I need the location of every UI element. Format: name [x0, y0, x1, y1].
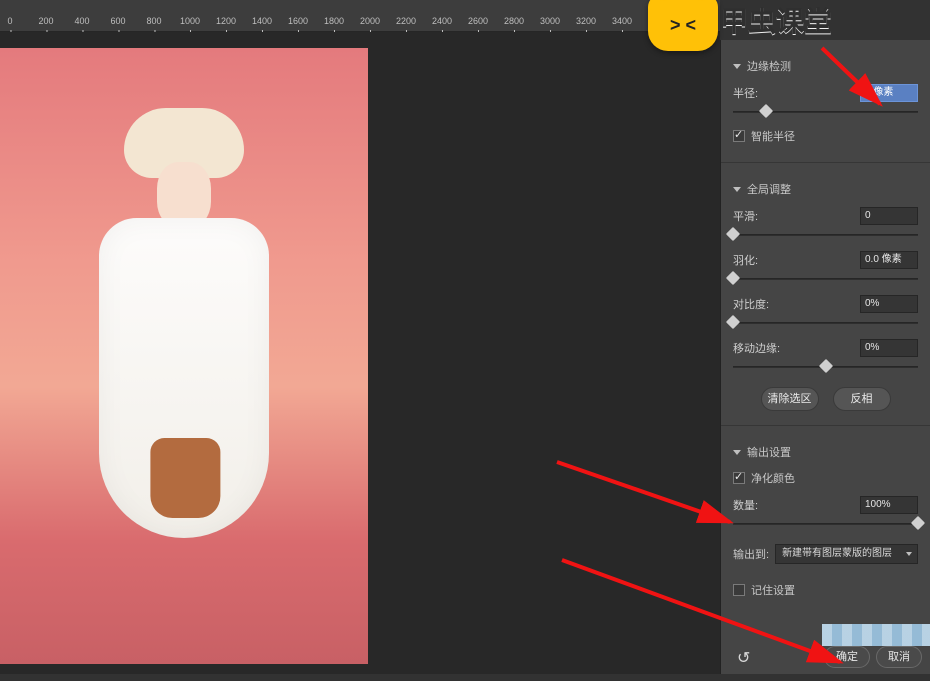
- feather-label: 羽化:: [733, 252, 860, 268]
- chevron-down-icon: [733, 187, 741, 192]
- chevron-down-icon: [733, 64, 741, 69]
- document-image[interactable]: [0, 48, 368, 664]
- logo-badge: > <: [648, 0, 718, 51]
- clear-selection-button[interactable]: 清除选区: [761, 387, 819, 411]
- checkbox-icon: [733, 130, 745, 142]
- smart-radius-checkbox[interactable]: 智能半径: [733, 128, 918, 144]
- smart-radius-label: 智能半径: [751, 128, 795, 144]
- amount-label: 数量:: [733, 497, 860, 513]
- cancel-button[interactable]: 取消: [876, 646, 922, 668]
- amount-slider[interactable]: [733, 518, 918, 530]
- section-global-adjust: 全局调整 平滑: 0 羽化: 0.0 像素 对比度: 0% 移动边缘: 0%: [721, 163, 930, 426]
- output-to-label: 输出到:: [733, 546, 769, 562]
- logo-text: 甲虫课堂: [720, 0, 832, 40]
- ok-button[interactable]: 确定: [824, 646, 870, 668]
- ruler: 0200400600800100012001400160018002000220…: [0, 0, 720, 32]
- section-title: 输出设置: [747, 444, 791, 460]
- blur-patch: [822, 624, 930, 646]
- contrast-input[interactable]: 0%: [860, 295, 918, 313]
- amount-input[interactable]: 100%: [860, 496, 918, 514]
- chevron-down-icon: [733, 450, 741, 455]
- figure-silhouette: [84, 108, 284, 648]
- feather-input[interactable]: 0.0 像素: [860, 251, 918, 269]
- section-title: 全局调整: [747, 181, 791, 197]
- remember-settings-label: 记住设置: [751, 582, 795, 598]
- output-to-select[interactable]: 新建带有图层蒙版的图层: [775, 544, 918, 564]
- section-title: 边缘检测: [747, 58, 791, 74]
- section-output: 输出设置 净化颜色 数量: 100% 输出到: 新建带有图层蒙版的图层 记住设置: [721, 426, 930, 616]
- purify-colors-checkbox[interactable]: 净化颜色: [733, 470, 918, 486]
- contrast-label: 对比度:: [733, 296, 860, 312]
- smooth-slider[interactable]: [733, 229, 918, 241]
- refine-edge-panel: 边缘检测 半径: 3 像素 智能半径 全局调整 平滑: 0 羽化: 0: [720, 40, 930, 674]
- section-header-output[interactable]: 输出设置: [733, 444, 918, 460]
- shift-edge-slider[interactable]: [733, 361, 918, 373]
- invert-button[interactable]: 反相: [833, 387, 891, 411]
- contrast-slider[interactable]: [733, 317, 918, 329]
- checkbox-icon: [733, 584, 745, 596]
- purify-colors-label: 净化颜色: [751, 470, 795, 486]
- section-edge-detection: 边缘检测 半径: 3 像素 智能半径: [721, 40, 930, 163]
- smooth-input[interactable]: 0: [860, 207, 918, 225]
- shift-edge-label: 移动边缘:: [733, 340, 860, 356]
- radius-input[interactable]: 3 像素: [860, 84, 918, 102]
- checkbox-icon: [733, 472, 745, 484]
- radius-label: 半径:: [733, 85, 860, 101]
- section-header-edge[interactable]: 边缘检测: [733, 58, 918, 74]
- radius-slider[interactable]: [733, 106, 918, 118]
- feather-slider[interactable]: [733, 273, 918, 285]
- smooth-label: 平滑:: [733, 208, 860, 224]
- remember-settings-checkbox[interactable]: 记住设置: [733, 582, 918, 598]
- shift-edge-input[interactable]: 0%: [860, 339, 918, 357]
- section-header-global[interactable]: 全局调整: [733, 181, 918, 197]
- canvas-area[interactable]: [0, 32, 720, 674]
